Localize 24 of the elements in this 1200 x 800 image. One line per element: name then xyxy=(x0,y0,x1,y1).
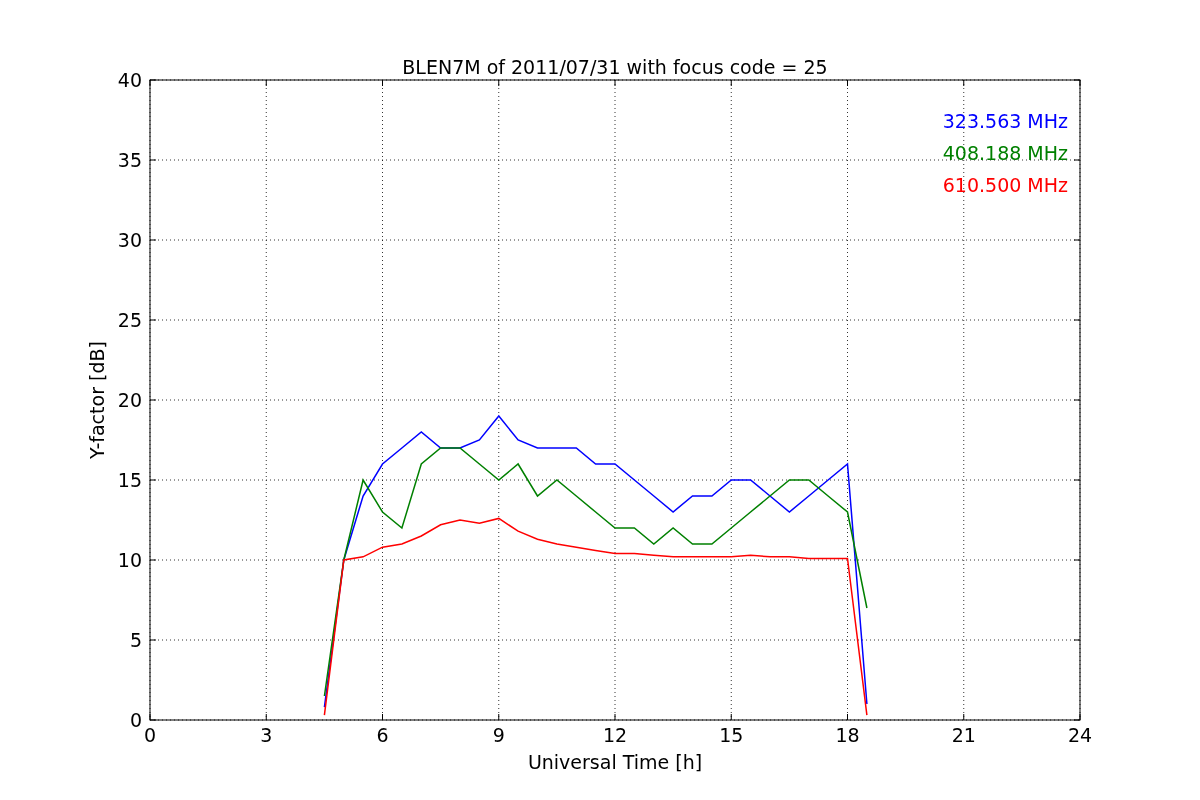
chart-title: BLEN7M of 2011/07/31 with focus code = 25 xyxy=(402,56,828,78)
legend-label: 323.563 MHz xyxy=(942,110,1068,132)
legend-label: 408.188 MHz xyxy=(942,142,1068,164)
tick-label: 6 xyxy=(376,724,389,746)
tick-label: 9 xyxy=(492,724,505,746)
tick-label: 30 xyxy=(117,229,142,251)
tick-label: 35 xyxy=(117,149,142,171)
tick-label: 10 xyxy=(117,549,142,571)
tick-label: 0 xyxy=(129,709,142,731)
tick-label: 24 xyxy=(1067,724,1093,746)
tick-label: 15 xyxy=(117,469,142,491)
tick-label: 20 xyxy=(117,389,142,411)
tick-label: 25 xyxy=(117,309,142,331)
tick-label: 40 xyxy=(117,69,142,91)
tick-label: 18 xyxy=(835,724,860,746)
axis-label: Y-factor [dB] xyxy=(86,341,108,459)
tick-label: 3 xyxy=(260,724,273,746)
tick-label: 0 xyxy=(143,724,157,746)
tick-label: 12 xyxy=(602,724,628,746)
tick-label: 5 xyxy=(129,629,142,651)
legend-label: 610.500 MHz xyxy=(942,174,1068,196)
tick-label: 15 xyxy=(719,724,744,746)
axis-label: Universal Time [h] xyxy=(527,751,703,773)
tick-label: 21 xyxy=(951,724,976,746)
